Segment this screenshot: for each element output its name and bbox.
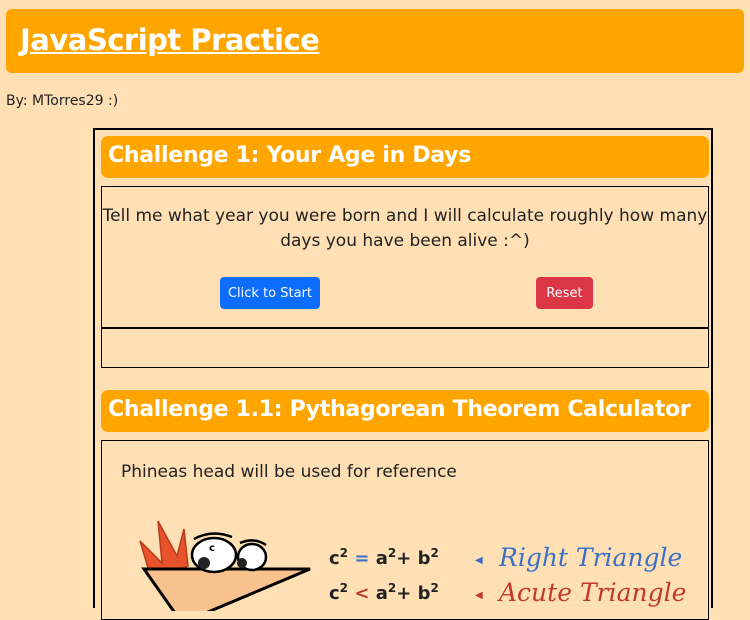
author-byline: By: MTorres29 :): [6, 93, 119, 109]
arrow-left-icon: ◀: [475, 590, 483, 601]
page-header: JavaScript Practice: [6, 9, 744, 73]
page-title: JavaScript Practice: [20, 23, 320, 57]
phineas-head-icon: c: [139, 520, 311, 611]
svg-text:c: c: [209, 543, 215, 554]
equation-acute: c2 < a2+ b2: [329, 581, 439, 604]
challenge-1-result-area: [101, 328, 709, 368]
reset-button[interactable]: Reset: [536, 277, 593, 309]
equation-right: c2 = a2+ b2: [329, 546, 439, 569]
challenge-1-title: Challenge 1: Your Age in Days: [108, 143, 471, 168]
challenge-1-banner: Challenge 1: Your Age in Days: [101, 136, 709, 178]
click-to-start-button[interactable]: Click to Start: [220, 277, 320, 309]
right-triangle-label: Right Triangle: [499, 543, 683, 572]
challenge-1-1-banner: Challenge 1.1: Pythagorean Theorem Calcu…: [101, 390, 709, 432]
pythagorean-reference-image: c c2 = a2+ b2 ◀ Right Triangle c2 < a2+ …: [102, 511, 708, 611]
arrow-left-icon: ◀: [475, 555, 483, 566]
challenge-1-1-panel: Phineas head will be used for reference …: [101, 440, 709, 620]
acute-triangle-label: Acute Triangle: [499, 578, 687, 607]
challenge-1-description: Tell me what year you were born and I wi…: [102, 206, 708, 251]
reference-text: Phineas head will be used for reference: [121, 462, 457, 482]
challenge-1-1-title: Challenge 1.1: Pythagorean Theorem Calcu…: [108, 397, 691, 422]
challenges-container: Challenge 1: Your Age in Days Tell me wh…: [93, 128, 713, 620]
challenge-1-panel: Tell me what year you were born and I wi…: [101, 186, 709, 329]
